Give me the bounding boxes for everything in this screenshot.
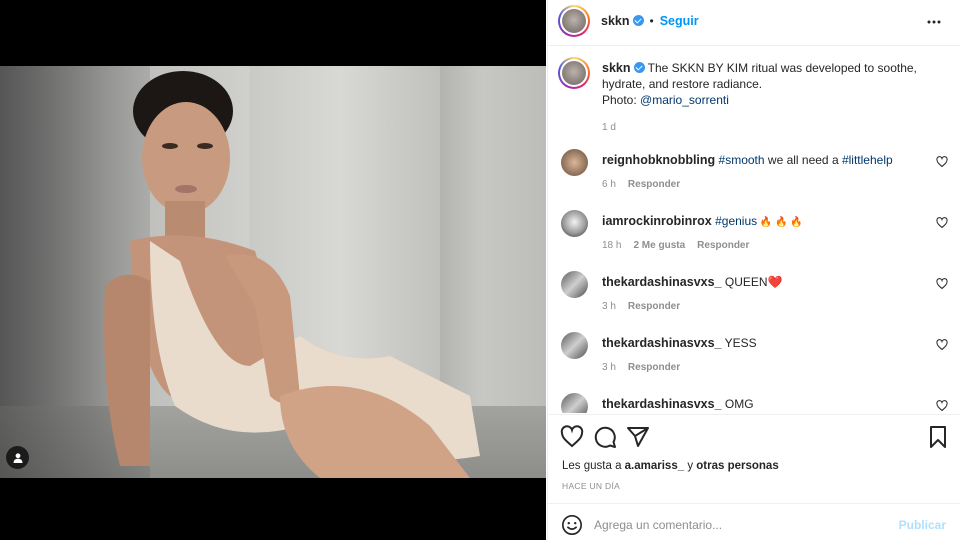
comment-time[interactable]: 3 h — [602, 301, 616, 312]
comment-time[interactable]: 18 h — [602, 240, 621, 251]
comment-row: thekardashinasvxs_ OMG — [548, 393, 960, 413]
comment-row: iamrockinrobinrox #genius 🔥 🔥 🔥 18 h 2 Me… — [548, 210, 960, 270]
like-comment-heart-icon[interactable] — [936, 217, 948, 229]
likes-others-link[interactable]: otras personas — [696, 460, 778, 472]
caption-time[interactable]: 1 d — [602, 120, 932, 136]
comment-meta: 3 h Responder — [602, 362, 692, 373]
comment-body: QUEEN❤️ — [724, 275, 783, 289]
verified-badge-icon — [632, 15, 644, 26]
comment-body: 🔥 🔥 🔥 — [757, 217, 803, 228]
photo-credit-link[interactable]: @mario_sorrenti — [640, 93, 729, 107]
post-photo[interactable] — [0, 66, 546, 478]
likes-prefix: Les gusta a — [562, 460, 625, 472]
reply-button[interactable]: Responder — [628, 179, 680, 190]
comments-scroll-area[interactable]: skkn The SKKN BY KIM ritual was develope… — [548, 47, 960, 413]
post-caption: skkn The SKKN BY KIM ritual was develope… — [602, 60, 932, 136]
reply-button[interactable]: Responder — [697, 240, 749, 251]
comment-meta: 18 h 2 Me gusta Responder — [602, 240, 761, 251]
header-username[interactable]: skkn — [601, 14, 630, 28]
add-comment-input[interactable] — [594, 514, 884, 536]
like-heart-icon[interactable] — [560, 425, 584, 449]
comment-meta: 3 h Responder — [602, 301, 692, 312]
reply-button[interactable]: Responder — [628, 301, 680, 312]
comment-likes-count[interactable]: 2 Me gusta — [633, 240, 685, 251]
comment-time[interactable]: 3 h — [602, 362, 616, 373]
header-avatar[interactable] — [558, 5, 590, 37]
comment-bubble-icon[interactable] — [593, 425, 617, 449]
likes-user-link[interactable]: a.amariss_ — [625, 460, 684, 472]
like-comment-heart-icon[interactable] — [936, 400, 948, 412]
caption-photo-prefix: Photo: — [602, 93, 641, 107]
like-comment-heart-icon[interactable] — [936, 156, 948, 168]
caption-username[interactable]: skkn — [602, 61, 631, 75]
commenter-avatar[interactable] — [561, 149, 588, 176]
comment-row: thekardashinasvxs_ QUEEN❤️ 3 h Responder — [548, 271, 960, 331]
comment-meta: 6 h Responder — [602, 179, 692, 190]
comment-username[interactable]: thekardashinasvxs_ — [602, 336, 722, 350]
share-send-icon[interactable] — [626, 425, 650, 449]
header-user-row: skkn • Seguir — [601, 14, 699, 28]
tagged-users-button[interactable] — [6, 446, 29, 469]
comment-username[interactable]: reignhobknobbling — [602, 153, 715, 167]
comment-username[interactable]: thekardashinasvxs_ — [602, 397, 722, 411]
comment-body: OMG — [724, 397, 754, 411]
emoji-smile-icon[interactable] — [561, 514, 583, 536]
commenter-avatar[interactable] — [561, 271, 588, 298]
hashtag-link[interactable]: #smooth — [719, 153, 765, 167]
caption-avatar[interactable] — [558, 57, 590, 89]
post-media-panel — [0, 0, 546, 540]
post-timestamp[interactable]: HACE UN DÍA — [562, 481, 620, 491]
publish-comment-button[interactable]: Publicar — [899, 518, 946, 532]
comment-body: YESS — [724, 336, 757, 350]
instagram-post-modal: skkn • Seguir skkn The SKKN BY KIM ritual … — [0, 0, 960, 540]
likes-middle: y — [684, 460, 697, 472]
post-actions-bar — [548, 414, 960, 458]
hashtag-link[interactable]: #genius — [715, 214, 757, 228]
commenter-avatar[interactable] — [561, 210, 588, 237]
comment-username[interactable]: thekardashinasvxs_ — [602, 275, 722, 289]
separator-dot: • — [649, 14, 654, 28]
comment-text: thekardashinasvxs_ OMG — [602, 396, 922, 412]
photo-figure — [104, 71, 480, 478]
comment-body: we all need a — [764, 153, 842, 167]
likes-summary: Les gusta a a.amariss_ y otras personas — [562, 460, 779, 472]
comment-text: iamrockinrobinrox #genius 🔥 🔥 🔥 — [602, 213, 922, 231]
comment-text: reignhobknobbling #smooth we all need a … — [602, 152, 922, 168]
verified-badge-icon — [633, 62, 645, 73]
like-comment-heart-icon[interactable] — [936, 339, 948, 351]
follow-button[interactable]: Seguir — [660, 14, 699, 28]
bookmark-save-icon[interactable] — [926, 425, 950, 449]
comment-text: thekardashinasvxs_ QUEEN❤️ — [602, 274, 922, 290]
comment-username[interactable]: iamrockinrobinrox — [602, 214, 712, 228]
more-horizontal-icon — [927, 20, 941, 24]
more-options-button[interactable] — [924, 12, 944, 32]
add-comment-bar: Publicar — [548, 503, 960, 540]
post-details-panel: skkn • Seguir skkn The SKKN BY KIM ritual … — [547, 0, 960, 540]
comment-row: thekardashinasvxs_ YESS 3 h Responder — [548, 332, 960, 392]
caption-text: The SKKN BY KIM ritual was developed to … — [602, 61, 917, 91]
comment-text: thekardashinasvxs_ YESS — [602, 335, 922, 351]
post-header: skkn • Seguir — [548, 0, 960, 46]
commenter-avatar[interactable] — [561, 393, 588, 413]
user-icon — [13, 452, 22, 463]
comment-time[interactable]: 6 h — [602, 179, 616, 190]
comment-row: reignhobknobbling #smooth we all need a … — [548, 149, 960, 209]
hashtag-link[interactable]: #littlehelp — [842, 153, 893, 167]
like-comment-heart-icon[interactable] — [936, 278, 948, 290]
commenter-avatar[interactable] — [561, 332, 588, 359]
reply-button[interactable]: Responder — [628, 362, 680, 373]
